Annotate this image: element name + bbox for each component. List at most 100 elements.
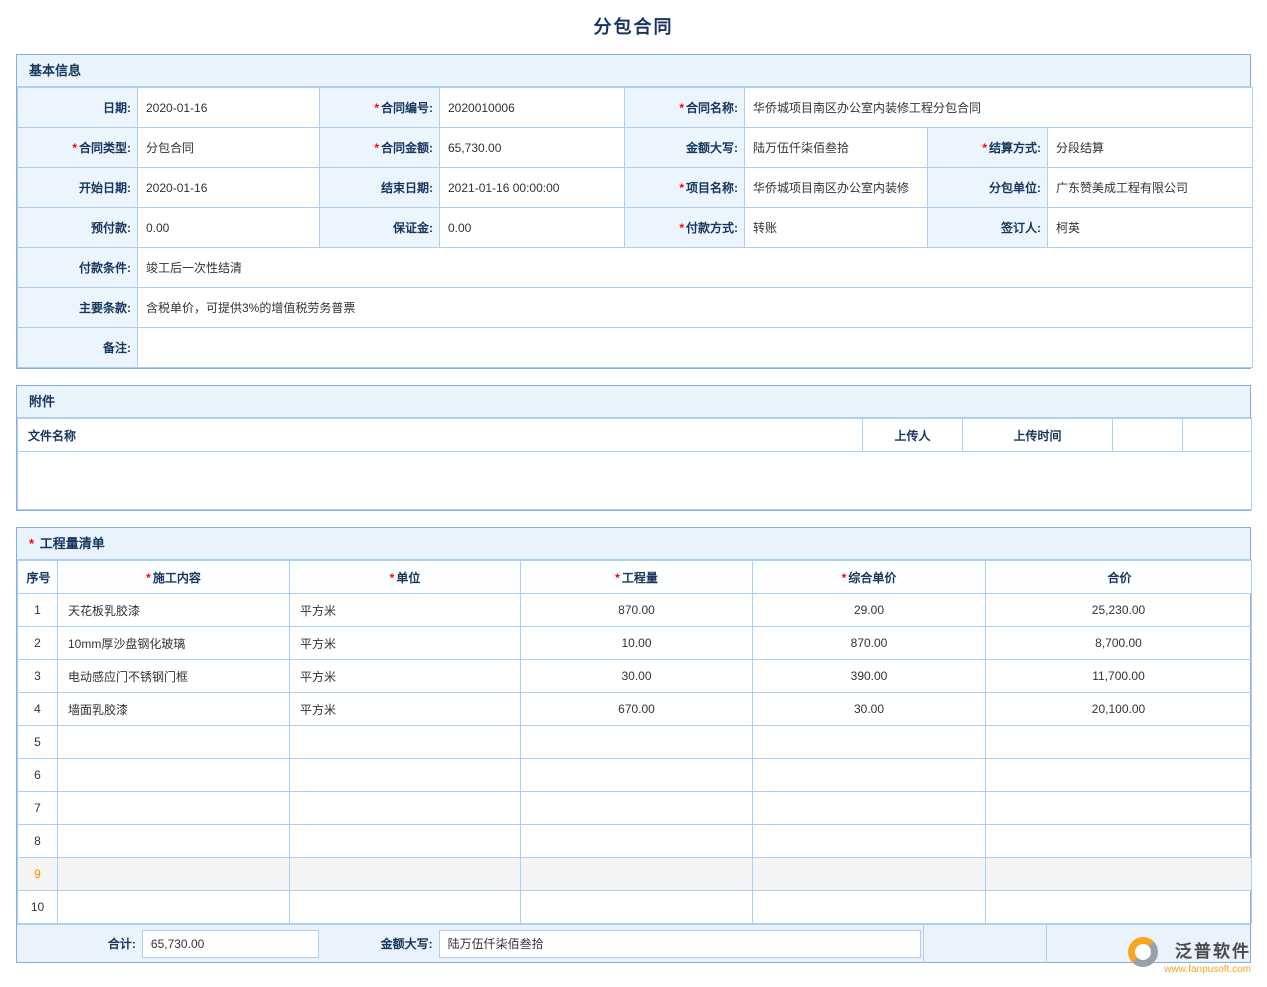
amount-caps-label: 金额大写: <box>625 128 745 168</box>
required-asterisk: * <box>374 141 379 155</box>
date-value: 2020-01-16 <box>138 88 320 128</box>
logo-text-wrap: 泛普软件 www.fanpusoft.com <box>1164 937 1251 975</box>
quantity-cell: 870.00 <box>521 594 753 627</box>
required-asterisk: * <box>982 141 987 155</box>
attachments-empty-row <box>18 452 1252 510</box>
deposit-label: 保证金: <box>320 208 440 248</box>
label-text: 预付款: <box>91 221 131 235</box>
required-asterisk: * <box>842 571 847 585</box>
unit-price-cell: 30.00 <box>753 693 986 726</box>
row-no-cell: 7 <box>18 792 58 825</box>
boq-row[interactable]: 6 <box>18 759 1252 792</box>
total-cell <box>986 792 1252 825</box>
row-no-cell: 6 <box>18 759 58 792</box>
main-terms-value: 含税单价，可提供3%的增值税劳务普票 <box>138 288 1253 328</box>
required-asterisk: * <box>29 536 34 551</box>
label-text: 合同名称: <box>686 101 738 115</box>
basic-info-row-7: 备注: <box>18 328 1253 368</box>
unit-cell: 平方米 <box>290 660 521 693</box>
total-cell <box>986 759 1252 792</box>
settlement-method-label: *结算方式: <box>928 128 1048 168</box>
content-cell: 10mm厚沙盘钢化玻璃 <box>58 627 290 660</box>
total-column-header: 合价 <box>986 561 1252 594</box>
required-asterisk: * <box>146 571 151 585</box>
contract-amount-label: *合同金额: <box>320 128 440 168</box>
quantity-cell <box>521 759 753 792</box>
quantity-cell: 10.00 <box>521 627 753 660</box>
quantity-cell: 30.00 <box>521 660 753 693</box>
quantity-cell <box>521 726 753 759</box>
attachments-extra-column-1 <box>1113 419 1183 452</box>
basic-info-row-2: *合同类型: 分包合同 *合同金额: 65,730.00 金额大写: 陆万伍仟柒… <box>18 128 1253 168</box>
boq-row[interactable]: 10 <box>18 891 1252 924</box>
unit-price-cell: 29.00 <box>753 594 986 627</box>
boq-row[interactable]: 7 <box>18 792 1252 825</box>
upload-time-column-header: 上传时间 <box>963 419 1113 452</box>
amount-caps-value: 陆万伍仟柒佰叁拾 <box>745 128 928 168</box>
total-cell <box>986 726 1252 759</box>
boq-row[interactable]: 8 <box>18 825 1252 858</box>
settlement-method-value: 分段结算 <box>1048 128 1253 168</box>
required-asterisk: * <box>615 571 620 585</box>
boq-row-active[interactable]: 9 <box>18 858 1252 891</box>
header-text: 合价 <box>1107 571 1131 585</box>
boq-section-header: * 工程量清单 <box>17 528 1250 560</box>
quantity-cell: 670.00 <box>521 693 753 726</box>
total-input[interactable]: 65,730.00 <box>142 930 319 958</box>
contract-type-value: 分包合同 <box>138 128 320 168</box>
content-cell: 墙面乳胶漆 <box>58 693 290 726</box>
project-name-value: 华侨城项目南区办公室内装修 <box>745 168 928 208</box>
content-cell: 天花板乳胶漆 <box>58 594 290 627</box>
amount-caps-footer-input[interactable]: 陆万伍仟柒佰叁拾 <box>439 930 922 958</box>
unit-cell: 平方米 <box>290 627 521 660</box>
unit-cell <box>290 858 521 891</box>
quantity-cell <box>521 891 753 924</box>
end-date-value: 2021-01-16 00:00:00 <box>440 168 625 208</box>
boq-row[interactable]: 3 电动感应门不锈钢门框 平方米 30.00 390.00 11,700.00 <box>18 660 1252 693</box>
vendor-name: 泛普软件 <box>1175 937 1251 962</box>
boq-panel: * 工程量清单 序号 *施工内容 *单位 *工程量 *综合单价 合价 1 天花板… <box>16 527 1251 963</box>
content-cell <box>58 759 290 792</box>
unit-cell <box>290 726 521 759</box>
advance-payment-value: 0.00 <box>138 208 320 248</box>
boq-footer: 合计: 65,730.00 金额大写: 陆万伍仟柒佰叁拾 <box>17 924 1250 962</box>
total-cell: 25,230.00 <box>986 594 1252 627</box>
vendor-logo[interactable]: 泛普软件 www.fanpusoft.com <box>1128 937 1251 975</box>
total-cell <box>986 858 1252 891</box>
boq-row[interactable]: 5 <box>18 726 1252 759</box>
header-text: 施工内容 <box>153 571 201 585</box>
total-cell: 8,700.00 <box>986 627 1252 660</box>
content-cell <box>58 891 290 924</box>
label-text: 合同金额: <box>381 141 433 155</box>
end-date-label: 结束日期: <box>320 168 440 208</box>
unit-cell <box>290 891 521 924</box>
required-asterisk: * <box>679 181 684 195</box>
contract-name-label: *合同名称: <box>625 88 745 128</box>
unit-cell <box>290 792 521 825</box>
quantity-cell <box>521 858 753 891</box>
basic-info-grid: 日期: 2020-01-16 *合同编号: 2020010006 *合同名称: … <box>17 87 1253 368</box>
basic-info-row-1: 日期: 2020-01-16 *合同编号: 2020010006 *合同名称: … <box>18 88 1253 128</box>
label-text: 结算方式: <box>989 141 1041 155</box>
attachments-panel: 附件 文件名称 上传人 上传时间 <box>16 385 1251 511</box>
attachments-section-title: 附件 <box>29 394 55 409</box>
payment-method-value: 转账 <box>745 208 928 248</box>
label-text: 合同类型: <box>79 141 131 155</box>
row-no-cell: 9 <box>18 858 58 891</box>
boq-row[interactable]: 2 10mm厚沙盘钢化玻璃 平方米 10.00 870.00 8,700.00 <box>18 627 1252 660</box>
label-text: 金额大写: <box>686 141 738 155</box>
total-cell <box>986 825 1252 858</box>
payment-method-label: *付款方式: <box>625 208 745 248</box>
payment-terms-value: 竣工后一次性结清 <box>138 248 1253 288</box>
quantity-cell <box>521 792 753 825</box>
label-text: 签订人: <box>1001 221 1041 235</box>
page-title: 分包合同 <box>16 0 1251 54</box>
start-date-value: 2020-01-16 <box>138 168 320 208</box>
boq-row[interactable]: 4 墙面乳胶漆 平方米 670.00 30.00 20,100.00 <box>18 693 1252 726</box>
content-cell: 电动感应门不锈钢门框 <box>58 660 290 693</box>
label-text: 项目名称: <box>686 181 738 195</box>
unit-cell <box>290 825 521 858</box>
total-cell: 20,100.00 <box>986 693 1252 726</box>
boq-row[interactable]: 1 天花板乳胶漆 平方米 870.00 29.00 25,230.00 <box>18 594 1252 627</box>
unit-price-cell <box>753 891 986 924</box>
